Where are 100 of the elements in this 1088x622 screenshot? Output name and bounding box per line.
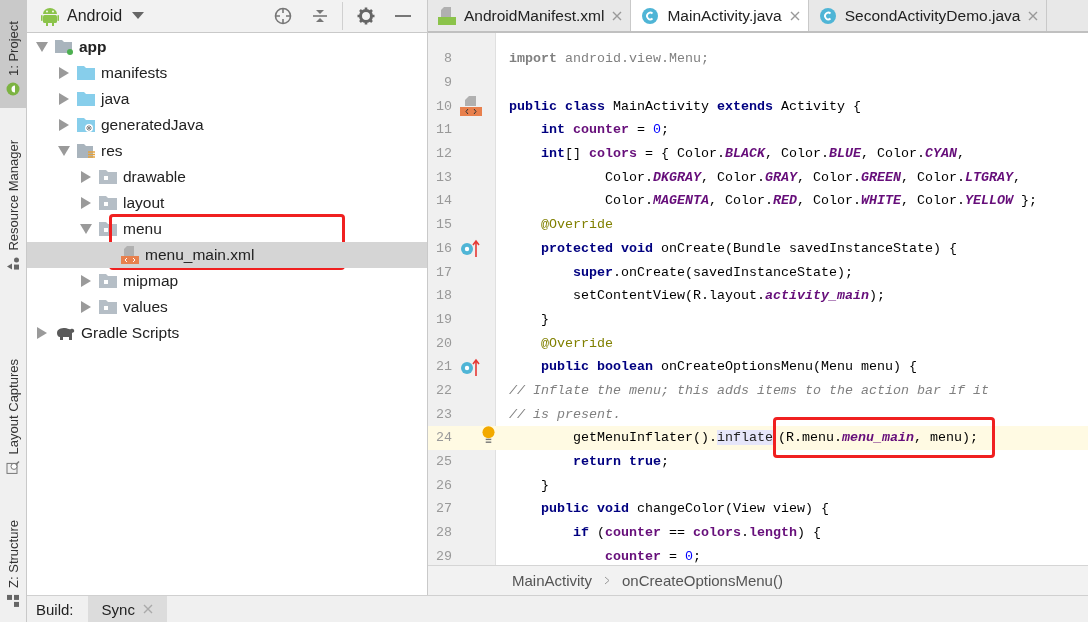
shapes-icon	[6, 256, 20, 271]
android-icon	[6, 82, 20, 96]
collapsed-arrow-icon[interactable]	[80, 171, 92, 183]
line-number: 14	[435, 192, 453, 211]
line-number: 11	[435, 121, 453, 140]
code-line: public void changeColor(View view) {	[540, 501, 829, 517]
line-number: 18	[435, 287, 453, 306]
layout-file-icon[interactable]	[460, 96, 482, 117]
folder-icon	[77, 91, 95, 107]
collapsed-arrow-icon[interactable]	[58, 119, 70, 131]
tool-window-tab[interactable]: 1: Project	[0, 0, 26, 108]
expanded-arrow-icon[interactable]	[80, 223, 92, 235]
capture-icon	[6, 459, 20, 474]
editor-tab[interactable]: MainActivity.java	[631, 0, 809, 31]
class-icon	[641, 6, 660, 25]
tree-item[interactable]: layout	[27, 190, 427, 216]
line-number: 10	[435, 97, 453, 116]
collapsed-arrow-icon[interactable]	[80, 197, 92, 209]
close-icon[interactable]	[612, 10, 623, 21]
generated-folder-icon	[77, 117, 95, 133]
project-view-dropdown[interactable]: Android	[67, 7, 145, 25]
tree-item[interactable]: java	[27, 86, 427, 112]
code-line: return true;	[572, 454, 669, 470]
tree-item[interactable]: app	[27, 34, 427, 60]
folder-icon	[77, 65, 95, 81]
override-marker-icon[interactable]	[460, 357, 480, 376]
collapsed-arrow-icon[interactable]	[58, 67, 70, 79]
line-number: 20	[435, 334, 453, 353]
code-line: Color.DKGRAY, Color.GRAY, Color.GREEN, Color.LTGRAY,	[603, 169, 1021, 185]
code-line: super.onCreate(savedInstanceState);	[572, 264, 853, 280]
build-tab[interactable]: Sync	[87, 596, 167, 622]
collapsed-arrow-icon[interactable]	[58, 93, 70, 105]
close-icon[interactable]	[789, 10, 800, 21]
code-line: Color.MAGENTA, Color.RED, Color.WHITE, Color.YELLOW };	[603, 193, 1037, 209]
editor-tab[interactable]: AndroidManifest.xml	[428, 0, 632, 31]
line-number: 21	[435, 358, 453, 377]
collapse-all-icon[interactable]	[312, 7, 328, 25]
tree-item[interactable]: Gradle Scripts	[27, 320, 427, 346]
code-line: }	[540, 477, 549, 493]
caret-icon	[132, 12, 145, 20]
code-line: int counter = 0;	[540, 122, 669, 138]
annotation-box: (R.menu.menu_main, menu);	[772, 417, 995, 459]
line-number: 17	[435, 263, 453, 282]
tree-item[interactable]: manifests	[27, 60, 427, 86]
code-line: protected void onCreate(Bundle savedInstanceState) {	[540, 240, 957, 256]
breadcrumb-item[interactable]: MainActivity	[512, 572, 593, 589]
editor-tab[interactable]: SecondActivityDemo.java	[808, 0, 1048, 31]
folder-icon	[99, 169, 117, 185]
line-number: 22	[435, 381, 453, 400]
tool-window-tab[interactable]: Layout Captures	[0, 346, 26, 486]
line-number: 9	[443, 74, 453, 93]
folder-icon	[99, 273, 117, 289]
build-label: Build:	[35, 599, 75, 620]
tree-item[interactable]: res	[27, 138, 427, 164]
folder-icon	[99, 299, 117, 315]
line-number: 16	[435, 239, 453, 258]
tree-item[interactable]: generatedJava	[27, 112, 427, 138]
locate-icon[interactable]	[274, 7, 292, 25]
line-number: 23	[435, 405, 453, 424]
close-icon[interactable]	[1028, 10, 1039, 21]
override-marker-icon[interactable]	[460, 239, 480, 258]
breadcrumb-item[interactable]: onCreateOptionsMenu()	[622, 572, 783, 589]
android-icon	[41, 6, 59, 26]
tree-item[interactable]: menu	[27, 216, 427, 242]
structure-icon	[6, 593, 20, 608]
collapsed-arrow-icon[interactable]	[36, 327, 48, 339]
code-line: setContentView(R.layout.activity_main);	[572, 288, 885, 304]
settings-icon[interactable]	[357, 7, 375, 25]
line-number: 13	[435, 168, 453, 187]
expanded-arrow-icon[interactable]	[58, 145, 70, 157]
manifest-file-icon	[438, 6, 456, 25]
code-line: public class MainActivity extends Activity {	[509, 98, 861, 114]
lightbulb-icon[interactable]	[482, 424, 495, 445]
code-line: @Override	[540, 217, 613, 233]
chevron-icon	[604, 576, 611, 585]
collapsed-arrow-icon[interactable]	[80, 301, 92, 313]
tree-item[interactable]: menu_main.xml	[27, 242, 427, 268]
code-line: counter = 0;	[603, 548, 701, 564]
code-line: }	[540, 311, 549, 327]
close-icon[interactable]	[142, 604, 153, 614]
line-number: 29	[435, 547, 453, 565]
elephant-icon	[55, 325, 75, 341]
code-line: getMenuInflater().inflate	[572, 430, 773, 446]
tree-item[interactable]: values	[27, 294, 427, 320]
code-line: // Inflate the menu; this adds items to the action bar if it	[509, 382, 989, 398]
code-line: if (counter == colors.length) {	[572, 525, 821, 541]
resource-folder-icon	[77, 143, 95, 159]
tool-window-tab[interactable]: Z: Structure	[0, 507, 26, 620]
code-line: public boolean onCreateOptionsMenu(Menu menu) {	[540, 359, 917, 375]
tool-window-tab[interactable]: Resource Manager	[0, 128, 26, 283]
code-line: // is present.	[509, 406, 621, 422]
line-number: 12	[435, 145, 453, 164]
tree-item[interactable]: drawable	[27, 164, 427, 190]
xml-file-icon	[121, 246, 139, 264]
tree-item[interactable]: mipmap	[27, 268, 427, 294]
minimize-icon[interactable]	[395, 14, 411, 18]
collapsed-arrow-icon[interactable]	[80, 275, 92, 287]
line-number: 25	[435, 453, 453, 472]
line-number: 28	[435, 524, 453, 543]
expanded-arrow-icon[interactable]	[36, 41, 48, 53]
